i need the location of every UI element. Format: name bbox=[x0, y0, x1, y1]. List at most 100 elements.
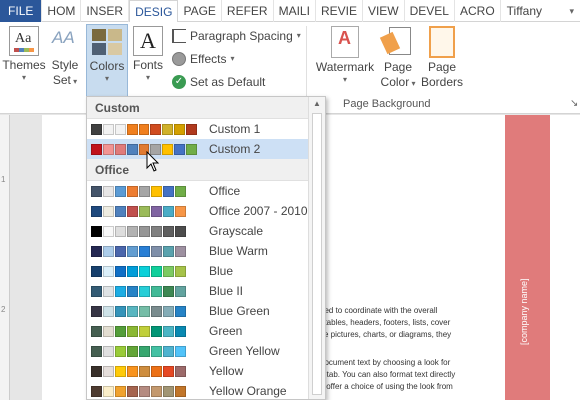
style-set-icon: AA bbox=[52, 28, 75, 47]
color-swatch bbox=[91, 365, 102, 377]
color-scheme-item[interactable]: Blue II bbox=[87, 281, 325, 301]
color-swatch bbox=[127, 385, 138, 397]
color-scheme-item[interactable]: Office bbox=[87, 181, 325, 201]
themes-button[interactable]: Aa Themes ▾ bbox=[2, 26, 46, 83]
page-color-button[interactable]: Page Color ▾ bbox=[376, 26, 420, 91]
dropdown-scrollbar[interactable]: ▲ bbox=[308, 97, 325, 399]
page-borders-button[interactable]: Page Borders bbox=[420, 26, 464, 90]
color-swatch bbox=[115, 345, 126, 357]
doc-line: e tab. You can also format text directly bbox=[320, 370, 456, 379]
color-swatch bbox=[115, 325, 126, 337]
tab-page[interactable]: PAGE bbox=[178, 0, 222, 22]
colors-icon bbox=[90, 27, 124, 57]
set-as-default-label: Set as Default bbox=[190, 75, 266, 89]
themes-icon: Aa bbox=[9, 26, 39, 56]
scroll-up-icon[interactable]: ▲ bbox=[309, 97, 325, 111]
color-swatch bbox=[115, 305, 126, 317]
color-swatch bbox=[139, 205, 150, 217]
color-swatch bbox=[115, 265, 126, 277]
color-scheme-item[interactable]: Blue Warm bbox=[87, 241, 325, 261]
color-scheme-item[interactable]: Office 2007 - 2010 bbox=[87, 201, 325, 221]
color-scheme-item[interactable]: Green bbox=[87, 321, 325, 341]
dialog-launcher-icon[interactable]: ↘ bbox=[570, 98, 578, 109]
color-swatch bbox=[91, 345, 102, 357]
color-swatch bbox=[174, 123, 186, 135]
color-swatch bbox=[91, 143, 102, 155]
color-scheme-item[interactable]: Custom 1 bbox=[87, 119, 325, 139]
color-swatch bbox=[103, 225, 114, 237]
color-swatch bbox=[103, 285, 114, 297]
chevron-down-icon: ▾ bbox=[230, 54, 235, 63]
chevron-down-icon: ▾ bbox=[342, 75, 347, 84]
tab-desig[interactable]: DESIG bbox=[129, 0, 179, 23]
tab-devel[interactable]: DEVEL bbox=[405, 0, 455, 22]
color-swatch bbox=[151, 305, 162, 317]
color-scheme-item[interactable]: Custom 2 bbox=[87, 139, 325, 159]
color-swatch-strip bbox=[91, 143, 198, 155]
chevron-down-icon: ▾ bbox=[296, 31, 301, 40]
page-color-icon bbox=[379, 26, 413, 58]
color-scheme-item[interactable]: Yellow bbox=[87, 361, 325, 381]
color-swatch bbox=[103, 265, 114, 277]
color-swatch bbox=[139, 365, 150, 377]
company-name-placeholder[interactable]: [company name] bbox=[519, 278, 529, 345]
color-swatch bbox=[115, 385, 126, 397]
effects-label: Effects bbox=[190, 52, 227, 66]
color-swatch-strip bbox=[91, 365, 197, 377]
color-swatch-strip bbox=[91, 245, 197, 257]
page-color-label: Page bbox=[383, 60, 413, 74]
tab-maili[interactable]: MAILI bbox=[274, 0, 316, 22]
custom-color-list: Custom 1 Custom 2 bbox=[87, 119, 325, 159]
color-swatch bbox=[127, 225, 138, 237]
color-swatch bbox=[103, 205, 114, 217]
color-swatch bbox=[163, 365, 174, 377]
color-scheme-item[interactable]: Grayscale bbox=[87, 221, 325, 241]
fonts-icon: A bbox=[133, 26, 163, 56]
color-scheme-name: Green Yellow bbox=[209, 344, 280, 358]
tab-revie[interactable]: REVIE bbox=[316, 0, 363, 22]
color-swatch bbox=[91, 265, 102, 277]
color-swatch bbox=[102, 143, 114, 155]
color-swatch bbox=[127, 365, 138, 377]
paragraph-spacing-button[interactable]: Paragraph Spacing ▾ bbox=[172, 26, 301, 46]
color-swatch bbox=[186, 143, 198, 155]
color-swatch bbox=[91, 325, 102, 337]
color-swatch-strip bbox=[91, 205, 197, 217]
color-swatch bbox=[91, 245, 102, 257]
color-swatch bbox=[103, 185, 114, 197]
fonts-button[interactable]: A Fonts ▾ bbox=[130, 26, 166, 83]
color-swatch-strip bbox=[91, 325, 197, 337]
color-swatch bbox=[163, 225, 174, 237]
effects-button[interactable]: Effects ▾ bbox=[172, 49, 234, 69]
color-swatch bbox=[91, 225, 102, 237]
colors-button[interactable]: Colors ▾ bbox=[86, 24, 128, 104]
tab-view[interactable]: VIEW bbox=[363, 0, 405, 22]
tab-hom[interactable]: HOM bbox=[42, 0, 82, 22]
page-borders-icon bbox=[429, 26, 455, 58]
watermark-button[interactable]: A Watermark ▾ bbox=[314, 26, 376, 85]
color-swatch bbox=[139, 185, 150, 197]
color-swatch bbox=[163, 325, 174, 337]
color-swatch bbox=[151, 245, 162, 257]
style-set-label: Style bbox=[51, 58, 79, 72]
color-scheme-item[interactable]: Yellow Orange bbox=[87, 381, 325, 399]
color-swatch bbox=[162, 123, 174, 135]
color-scheme-item[interactable]: Green Yellow bbox=[87, 341, 325, 361]
color-scheme-item[interactable]: Blue bbox=[87, 261, 325, 281]
tab-refer[interactable]: REFER bbox=[222, 0, 274, 22]
set-as-default-button[interactable]: ✓ Set as Default bbox=[172, 72, 265, 92]
section-header-custom: Custom bbox=[87, 97, 325, 119]
tab-file[interactable]: FILE bbox=[0, 0, 43, 22]
tab-inser[interactable]: INSER bbox=[81, 0, 130, 22]
color-swatch bbox=[139, 245, 150, 257]
group-label-page-background: Page Background bbox=[343, 98, 431, 110]
scroll-thumb[interactable] bbox=[312, 113, 322, 395]
style-set-button[interactable]: AA Style Set ▾ bbox=[46, 26, 84, 89]
color-swatch bbox=[175, 305, 186, 317]
doc-line: s offer a choice of using the look from bbox=[320, 382, 453, 391]
color-swatch bbox=[126, 143, 138, 155]
user-account[interactable]: Tiffany Gr... ▾ bbox=[501, 0, 580, 40]
tab-acro[interactable]: ACRO bbox=[455, 0, 501, 22]
color-scheme-item[interactable]: Blue Green bbox=[87, 301, 325, 321]
color-swatch bbox=[91, 205, 102, 217]
